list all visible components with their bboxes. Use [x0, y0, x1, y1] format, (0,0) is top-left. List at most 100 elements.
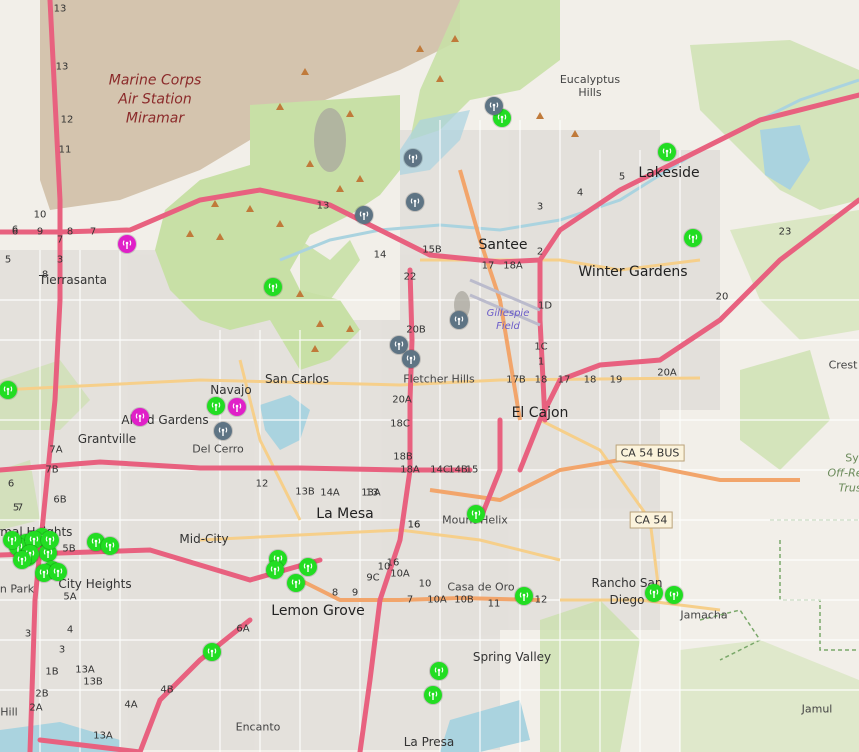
route-number: 9 — [36, 226, 44, 238]
route-number: 1B — [45, 666, 59, 678]
antenna-icon — [668, 589, 680, 601]
route-number: 5A — [63, 591, 77, 603]
map-canvas[interactable]: Marine Corps Air Station Miramar Eucalyp… — [0, 0, 859, 752]
route-number: 15 — [465, 464, 479, 476]
cell-tower-marker-gray[interactable] — [485, 97, 503, 115]
cell-tower-marker-green[interactable] — [49, 563, 67, 581]
route-number: 18C — [390, 418, 410, 430]
antenna-icon — [16, 554, 28, 566]
cell-tower-marker-green[interactable] — [665, 586, 683, 604]
map-base — [0, 0, 859, 752]
route-number: 12 — [255, 478, 269, 490]
antenna-icon — [210, 400, 222, 412]
cell-tower-marker-green[interactable] — [424, 686, 442, 704]
route-number: 9C — [366, 572, 380, 584]
route-number: 1D — [537, 300, 553, 312]
cell-tower-marker-green[interactable] — [264, 278, 282, 296]
antenna-icon — [648, 587, 660, 599]
antenna-icon — [470, 508, 482, 520]
cell-tower-marker-green[interactable] — [203, 643, 221, 661]
cell-tower-marker-green[interactable] — [658, 143, 676, 161]
cell-tower-marker-green[interactable] — [287, 574, 305, 592]
route-number: 18 — [534, 374, 548, 386]
route-number: 17 — [481, 260, 495, 272]
route-number: 13 — [55, 61, 69, 73]
route-number: 8 — [41, 269, 49, 281]
route-number: 1 — [537, 356, 545, 368]
route-number: 6 — [7, 478, 15, 490]
antenna-icon — [405, 353, 417, 365]
antenna-icon — [104, 540, 116, 552]
antenna-icon — [6, 534, 18, 546]
cell-tower-marker-green[interactable] — [41, 531, 59, 549]
route-number: 2B — [35, 688, 49, 700]
route-number: 20 — [715, 291, 729, 303]
route-number: 3 — [536, 201, 544, 213]
cell-tower-marker-green[interactable] — [430, 662, 448, 680]
route-number: 5B — [62, 543, 76, 555]
antenna-icon — [433, 665, 445, 677]
route-number: 4 — [66, 624, 74, 636]
antenna-icon — [52, 566, 64, 578]
antenna-icon — [267, 281, 279, 293]
cell-tower-marker-gray[interactable] — [355, 206, 373, 224]
antenna-icon — [44, 534, 56, 546]
cell-tower-marker-green[interactable] — [207, 397, 225, 415]
antenna-icon — [488, 100, 500, 112]
route-number: 10A — [390, 568, 410, 580]
route-number: 10B — [454, 594, 474, 606]
route-number: 3 — [56, 254, 64, 266]
route-number: 8 — [66, 226, 74, 238]
route-number: 7 — [406, 594, 414, 606]
route-number: 19 — [609, 374, 623, 386]
route-number: 18A — [503, 260, 523, 272]
cell-tower-marker-gray[interactable] — [402, 350, 420, 368]
antenna-icon — [409, 196, 421, 208]
route-number: 14C — [430, 464, 450, 476]
cell-tower-marker-green[interactable] — [515, 587, 533, 605]
cell-tower-marker-green[interactable] — [467, 505, 485, 523]
route-number: 3 — [24, 628, 32, 640]
route-number: 14 — [373, 249, 387, 261]
antenna-icon — [518, 590, 530, 602]
route-number: 7A — [49, 444, 63, 456]
cell-tower-marker-green[interactable] — [101, 537, 119, 555]
antenna-icon — [290, 577, 302, 589]
cell-tower-marker-green[interactable] — [645, 584, 663, 602]
route-number: 7B — [45, 464, 59, 476]
route-number: 12 — [60, 114, 74, 126]
route-number: 18A — [400, 464, 420, 476]
cell-tower-marker-green[interactable] — [299, 558, 317, 576]
route-number: 5 — [4, 254, 12, 266]
route-number: 10A — [427, 594, 447, 606]
antenna-icon — [217, 425, 229, 437]
route-number: 2 — [536, 246, 544, 258]
antenna-icon — [358, 209, 370, 221]
route-number: 3 — [58, 644, 66, 656]
route-number: 2A — [29, 702, 43, 714]
cell-tower-marker-magenta[interactable] — [118, 235, 136, 253]
cell-tower-marker-gray[interactable] — [450, 311, 468, 329]
cell-tower-marker-gray[interactable] — [214, 422, 232, 440]
cell-tower-marker-magenta[interactable] — [228, 398, 246, 416]
cell-tower-marker-green[interactable] — [266, 561, 284, 579]
route-number: 1C — [534, 341, 548, 353]
route-number: 4A — [124, 699, 138, 711]
route-number: 11 — [58, 144, 72, 156]
route-number: 17B — [506, 374, 526, 386]
route-number: 11 — [487, 598, 501, 610]
shield-ca54-bus: CA 54 BUS — [615, 444, 685, 462]
cell-tower-marker-gray[interactable] — [406, 193, 424, 211]
route-number: 10 — [418, 578, 432, 590]
antenna-icon — [121, 238, 133, 250]
cell-tower-marker-gray[interactable] — [404, 149, 422, 167]
route-number: 6 — [11, 224, 19, 236]
route-number: 7 — [56, 234, 64, 246]
route-number: 20B — [406, 324, 426, 336]
cell-tower-marker-green[interactable] — [684, 229, 702, 247]
cell-tower-marker-green[interactable] — [3, 531, 21, 549]
antenna-icon — [206, 646, 218, 658]
route-number: 23 — [778, 226, 792, 238]
cell-tower-marker-green[interactable] — [13, 551, 31, 569]
cell-tower-marker-magenta[interactable] — [131, 408, 149, 426]
